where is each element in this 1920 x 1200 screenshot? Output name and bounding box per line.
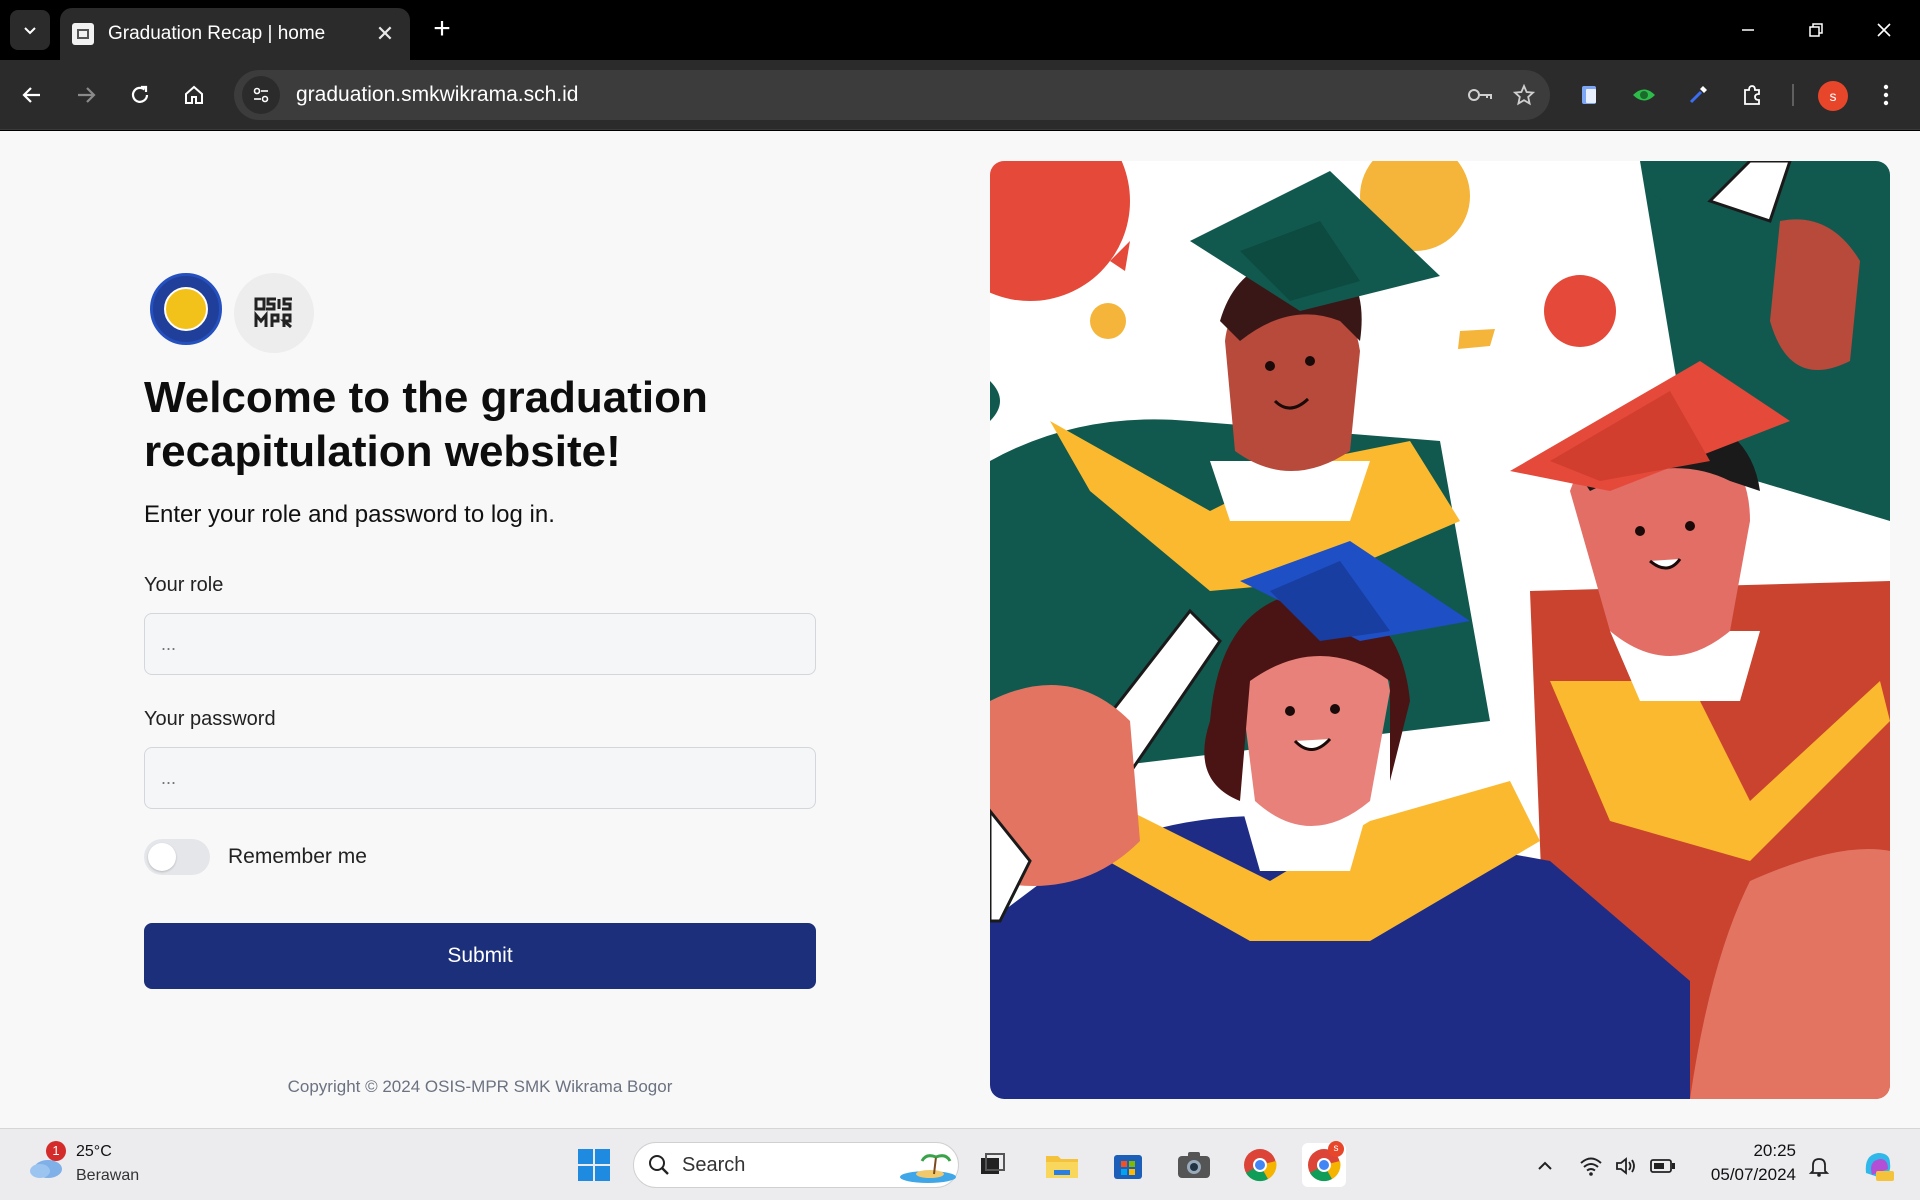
extensions-button[interactable] (1734, 77, 1770, 113)
submit-button[interactable]: Submit (144, 923, 816, 989)
arrow-right-icon (78, 87, 96, 103)
bell-icon (1808, 1158, 1830, 1177)
search-placeholder: Search (682, 1153, 746, 1176)
eye-extension-icon (1633, 89, 1655, 101)
color-picker-icon (1689, 86, 1707, 104)
clock-date[interactable]: 05/07/2024 (1711, 1165, 1796, 1185)
volume-button[interactable] (1614, 1153, 1640, 1179)
star-icon (1513, 84, 1535, 106)
battery-icon (1650, 1159, 1675, 1173)
tab-title: Graduation Recap | home (108, 23, 326, 44)
profile-avatar[interactable]: s (1818, 81, 1848, 111)
wifi-button[interactable] (1578, 1153, 1604, 1179)
extension-google-docs[interactable] (1572, 77, 1608, 113)
close-tab-icon[interactable]: ✕ (372, 21, 398, 47)
reload-icon (131, 85, 149, 103)
folder-icon (1046, 1156, 1078, 1178)
chrome-profile-button[interactable]: s (1302, 1141, 1346, 1187)
key-icon (1468, 89, 1492, 101)
volume-icon (1616, 1157, 1635, 1175)
role-label: Your role (144, 574, 224, 596)
extension-picker[interactable] (1680, 77, 1716, 113)
windows-logo-icon (578, 1149, 610, 1181)
chrome-profile-badge: s (1328, 1141, 1344, 1157)
task-view-icon (981, 1153, 1005, 1174)
forward-button[interactable] (68, 77, 104, 113)
extension-eye[interactable] (1626, 77, 1662, 113)
copilot-button[interactable] (1858, 1145, 1898, 1185)
chrome-button[interactable] (1238, 1143, 1282, 1187)
weather-temperature[interactable]: 25°C (76, 1143, 112, 1161)
weather-notification-badge: 1 (46, 1141, 66, 1161)
smk-wikrama-logo (150, 273, 222, 345)
battery-button[interactable] (1650, 1153, 1676, 1179)
camera-app-button[interactable] (1172, 1143, 1216, 1187)
menu-button[interactable] (1868, 77, 1904, 113)
new-tab-button[interactable]: + (424, 12, 460, 48)
start-button[interactable] (572, 1143, 616, 1187)
page-subtitle: Enter your role and password to log in. (144, 501, 555, 528)
tune-icon (253, 87, 269, 103)
microsoft-store-button[interactable] (1106, 1143, 1150, 1187)
store-icon (1114, 1155, 1142, 1179)
home-button[interactable] (176, 77, 212, 113)
notifications-button[interactable] (1806, 1153, 1832, 1179)
clock-time[interactable]: 20:25 (1753, 1141, 1796, 1161)
weather-description[interactable]: Berawan (76, 1167, 139, 1185)
copyright-text: Copyright © 2024 OSIS-MPR SMK Wikrama Bo… (287, 1077, 673, 1096)
minimize-button[interactable] (1728, 12, 1768, 48)
chrome-icon (1244, 1149, 1277, 1182)
puzzle-icon (1744, 85, 1760, 105)
arrow-left-icon (22, 87, 40, 103)
address-bar[interactable]: graduation.smkwikrama.sch.id (234, 70, 1550, 120)
toolbar-divider (1792, 84, 1794, 106)
document-extension-icon (1582, 86, 1596, 104)
site-info-button[interactable] (242, 76, 280, 114)
windows-taskbar: 1 25°C Berawan Search s 20:25 05/07/2024 (0, 1128, 1920, 1200)
remember-me-toggle[interactable] (144, 839, 210, 875)
home-icon (185, 85, 203, 104)
restore-icon (1809, 23, 1823, 37)
logo-row (150, 273, 314, 353)
island-icon (900, 1154, 956, 1183)
wifi-icon (1580, 1157, 1602, 1176)
kebab-menu-icon (1883, 84, 1889, 106)
url-text[interactable]: graduation.smkwikrama.sch.id (296, 83, 1462, 107)
copilot-icon (1865, 1153, 1894, 1181)
toggle-knob (148, 843, 176, 871)
show-hidden-icons-button[interactable] (1532, 1153, 1558, 1179)
close-icon (1877, 23, 1891, 37)
bookmark-button[interactable] (1506, 77, 1542, 113)
file-explorer-button[interactable] (1040, 1143, 1084, 1187)
reload-button[interactable] (122, 77, 158, 113)
minimize-icon (1742, 29, 1754, 31)
site-favicon-icon (72, 23, 94, 45)
page-title: Welcome to the graduation recapitulation… (144, 373, 708, 476)
remember-me-label[interactable]: Remember me (228, 845, 367, 869)
taskbar-search[interactable]: Search (633, 1142, 959, 1188)
osis-mpr-logo (234, 273, 314, 353)
password-input[interactable] (144, 747, 816, 809)
close-window-button[interactable] (1864, 12, 1904, 48)
password-label: Your password (144, 708, 276, 730)
task-view-button[interactable] (970, 1143, 1014, 1187)
restore-button[interactable] (1796, 12, 1836, 48)
chevron-up-icon (1538, 1161, 1552, 1170)
graduation-illustration (990, 161, 1890, 1099)
role-input[interactable] (144, 613, 816, 675)
login-page: Welcome to the graduation recapitulation… (0, 131, 1920, 1128)
browser-tab[interactable]: Graduation Recap | home ✕ (60, 8, 410, 60)
tab-search-button[interactable] (10, 10, 50, 50)
browser-tabstrip: Graduation Recap | home ✕ + (0, 0, 1920, 60)
camera-icon (1178, 1152, 1210, 1178)
back-button[interactable] (14, 77, 50, 113)
chevron-down-icon (24, 27, 36, 35)
search-icon (649, 1155, 669, 1175)
browser-toolbar: graduation.smkwikrama.sch.id s (0, 60, 1920, 130)
password-key-button[interactable] (1462, 77, 1498, 113)
